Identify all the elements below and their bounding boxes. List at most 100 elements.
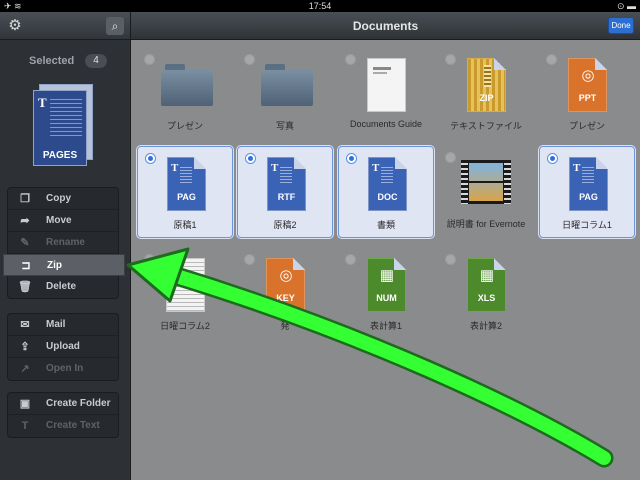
file-item[interactable]: 写真 [237, 48, 333, 140]
trash-icon: 🗑 [18, 281, 32, 293]
file-name: 表計算1 [369, 321, 402, 331]
open-in-icon: ↗ [20, 363, 30, 375]
zip-action[interactable]: ⊐ Zip [3, 254, 125, 276]
status-time: 17:54 [308, 1, 332, 11]
select-radio[interactable] [546, 54, 557, 65]
action-group-create: ▣ Create Folder T Create Text [7, 392, 119, 438]
file-item[interactable]: 日曜コラム2 [137, 248, 233, 340]
file-name: テキストファイル [450, 121, 522, 131]
delete-action[interactable]: 🗑 Delete [8, 276, 118, 298]
file-name: 日曜コラム1 [562, 220, 612, 230]
zip-file-icon: ZIP [467, 58, 506, 112]
selection-summary: Selected 4 [0, 52, 131, 70]
create-folder-action[interactable]: ▣ Create Folder [8, 393, 118, 415]
create-text-action: T Create Text [8, 415, 118, 437]
key-file-icon: ◎ KEY [266, 258, 305, 312]
file-name: 原稿1 [173, 220, 197, 230]
select-radio[interactable] [346, 153, 357, 164]
select-radio[interactable] [144, 54, 155, 65]
mail-icon: ✉ [20, 319, 30, 331]
rename-action: ✎ Rename [8, 232, 118, 254]
upload-action[interactable]: ⇪ Upload [8, 336, 118, 358]
pag-file-icon: T PAG [167, 157, 206, 211]
action-label: Open In [46, 363, 84, 374]
file-item[interactable]: プレゼン [137, 48, 233, 140]
rtf-file-icon: T RTF [267, 157, 306, 211]
action-label: Delete [46, 281, 77, 292]
gear-icon[interactable]: ⚙ [7, 18, 23, 34]
action-label: Create Folder [46, 398, 111, 409]
select-radio[interactable] [345, 54, 356, 65]
select-radio[interactable] [547, 153, 558, 164]
xls-file-icon: ▦ XLS [467, 258, 506, 312]
file-name: 発 [280, 321, 290, 331]
file-item[interactable]: ▦ XLS 表計算2 [438, 248, 534, 340]
num-file-icon: ▦ NUM [367, 258, 406, 312]
select-radio[interactable] [145, 153, 156, 164]
action-label: Mail [46, 319, 66, 330]
document-icon [367, 58, 406, 112]
status-bar: ✈ ≋ 17:54 ⊙ ▬ [0, 0, 640, 12]
preview-front-page: T PAGES [33, 90, 87, 166]
selection-preview: T PAGES [33, 84, 95, 168]
selected-label: Selected [29, 55, 75, 67]
file-item[interactable]: T PAG 原稿1 [137, 146, 233, 238]
select-radio[interactable] [144, 254, 155, 265]
page-title: Documents [352, 19, 419, 33]
file-item[interactable]: ◎ KEY 発 [237, 248, 333, 340]
upload-icon: ⇪ [20, 341, 30, 353]
folder-icon [161, 64, 213, 106]
open-in-action: ↗ Open In [8, 358, 118, 380]
file-name: 日曜コラム2 [160, 321, 210, 331]
file-item[interactable]: ZIP テキストファイル [438, 48, 534, 140]
file-item[interactable]: T PAG 日曜コラム1 [539, 146, 635, 238]
select-radio[interactable] [345, 254, 356, 265]
documents-pane: Documents Done プレゼン 写真 Documents Guide ZIP テ… [131, 12, 640, 480]
file-name: 説明書 for Evernote [446, 219, 526, 229]
action-label: Upload [46, 341, 80, 352]
document-icon [166, 258, 205, 312]
file-name: Documents Guide [349, 119, 423, 129]
ppt-file-icon: ◎ PPT [568, 58, 607, 112]
done-button[interactable]: Done [608, 17, 634, 34]
file-name: 原稿2 [273, 220, 297, 230]
file-name: プレゼン [166, 121, 203, 131]
create-text-icon: T [21, 420, 29, 432]
file-name: 書類 [376, 220, 395, 230]
action-label: Rename [46, 237, 85, 248]
action-group-share: ✉ Mail ⇪ Upload ↗ Open In [7, 313, 119, 381]
mail-action[interactable]: ✉ Mail [8, 314, 118, 336]
move-action[interactable]: ➦ Move [8, 210, 118, 232]
file-item[interactable]: T DOC 書類 [338, 146, 434, 238]
status-right-icons: ⊙ ▬ [616, 1, 636, 11]
action-label: Move [46, 215, 72, 226]
copy-action[interactable]: ❐ Copy [8, 188, 118, 210]
file-item[interactable]: Documents Guide [338, 48, 434, 140]
file-name: 表計算2 [469, 321, 502, 331]
video-file-icon [461, 160, 511, 204]
select-radio[interactable] [245, 153, 256, 164]
action-label: Zip [47, 260, 62, 271]
nav-bar: Documents Done [131, 12, 640, 40]
file-item[interactable]: T RTF 原稿2 [237, 146, 333, 238]
selected-count-badge: 4 [85, 54, 107, 68]
select-radio[interactable] [445, 152, 456, 163]
create-folder-icon: ▣ [19, 398, 31, 410]
copy-icon: ❐ [20, 193, 30, 205]
sidebar: ⚙ ⌕ Selected 4 T PAGES ❐ Copy ➦ Move ✎ Rename… [0, 12, 131, 480]
select-radio[interactable] [445, 254, 456, 265]
file-item[interactable]: ▦ NUM 表計算1 [338, 248, 434, 340]
sidebar-toolbar: ⚙ ⌕ [0, 12, 130, 40]
file-name: プレゼン [568, 121, 605, 131]
action-group-file: ❐ Copy ➦ Move ✎ Rename ⊐ Zip 🗑 Delete [3, 187, 125, 299]
file-item[interactable]: 説明書 for Evernote [438, 146, 534, 238]
select-radio[interactable] [244, 54, 255, 65]
move-icon: ➦ [20, 215, 30, 227]
preview-label: PAGES [42, 150, 78, 161]
search-icon[interactable]: ⌕ [106, 17, 124, 35]
folder-icon [261, 64, 313, 106]
file-item[interactable]: ◎ PPT プレゼン [539, 48, 635, 140]
select-radio[interactable] [244, 254, 255, 265]
action-label: Copy [46, 193, 71, 204]
select-radio[interactable] [445, 54, 456, 65]
